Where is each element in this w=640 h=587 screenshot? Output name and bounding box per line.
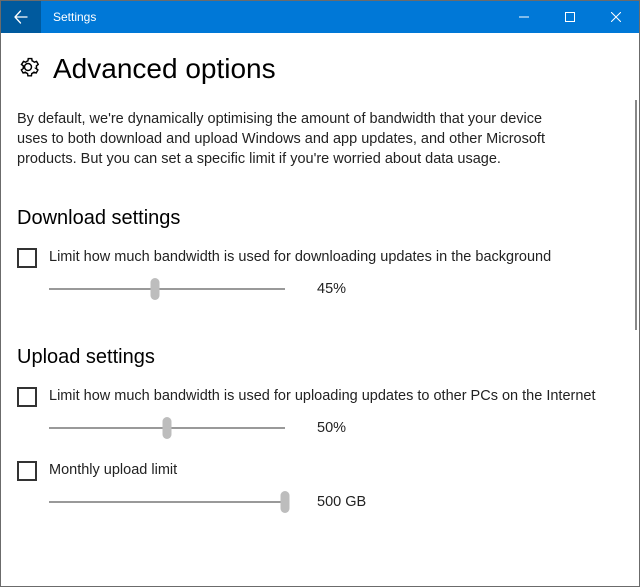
minimize-icon (519, 12, 529, 22)
page-header: Advanced options (17, 53, 623, 85)
monthly-limit-label: Monthly upload limit (49, 461, 177, 481)
download-limit-row: Limit how much bandwidth is used for dow… (17, 248, 623, 268)
upload-limit-row: Limit how much bandwidth is used for upl… (17, 387, 623, 407)
monthly-limit-checkbox[interactable] (17, 461, 37, 481)
download-slider-value: 45% (317, 281, 346, 297)
gear-icon (17, 56, 39, 82)
close-button[interactable] (593, 1, 639, 33)
monthly-slider-row: 500 GB (49, 491, 623, 513)
close-icon (611, 12, 621, 22)
maximize-button[interactable] (547, 1, 593, 33)
slider-track (49, 501, 285, 503)
page-description: By default, we're dynamically optimising… (17, 109, 572, 169)
slider-thumb[interactable] (163, 417, 172, 439)
slider-thumb[interactable] (281, 491, 290, 513)
download-settings-heading: Download settings (17, 207, 623, 230)
download-bandwidth-slider[interactable] (49, 278, 285, 300)
upload-slider-value: 50% (317, 420, 346, 436)
monthly-slider-value: 500 GB (317, 494, 366, 510)
upload-limit-checkbox[interactable] (17, 387, 37, 407)
back-button[interactable] (1, 1, 41, 33)
download-slider-row: 45% (49, 278, 623, 300)
slider-thumb[interactable] (151, 278, 160, 300)
upload-settings-heading: Upload settings (17, 346, 623, 369)
download-limit-checkbox[interactable] (17, 248, 37, 268)
slider-track (49, 288, 285, 290)
download-limit-label: Limit how much bandwidth is used for dow… (49, 248, 551, 268)
titlebar: Settings (1, 1, 639, 33)
window-title: Settings (41, 10, 501, 24)
upload-bandwidth-slider[interactable] (49, 417, 285, 439)
upload-slider-row: 50% (49, 417, 623, 439)
maximize-icon (565, 12, 575, 22)
content-area: Advanced options By default, we're dynam… (1, 33, 639, 586)
arrow-left-icon (13, 9, 29, 25)
page-title: Advanced options (53, 53, 276, 85)
upload-limit-label: Limit how much bandwidth is used for upl… (49, 387, 596, 407)
minimize-button[interactable] (501, 1, 547, 33)
monthly-upload-slider[interactable] (49, 491, 285, 513)
scrollbar[interactable] (635, 100, 637, 330)
monthly-limit-row: Monthly upload limit (17, 461, 623, 481)
window-controls (501, 1, 639, 33)
